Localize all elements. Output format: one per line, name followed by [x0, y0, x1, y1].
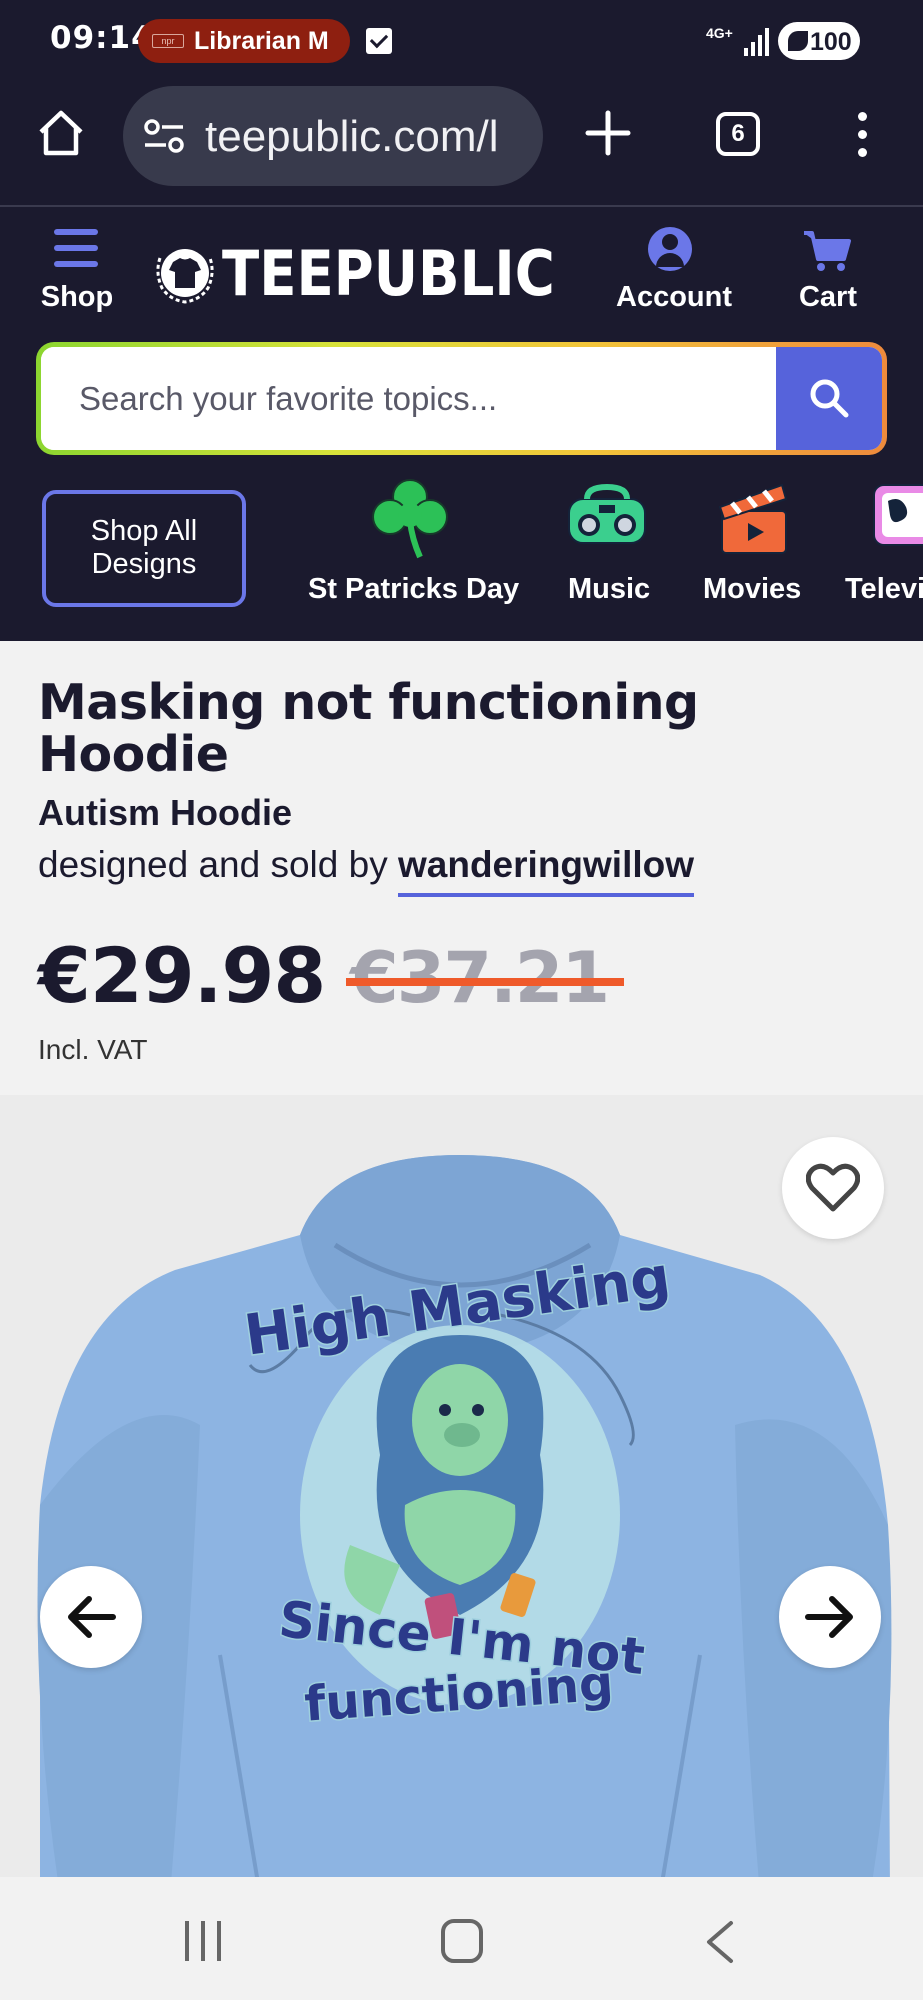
vat-note: Incl. VAT: [38, 1034, 148, 1065]
category-movies[interactable]: Movies: [700, 477, 810, 627]
battery-indicator: 100: [778, 22, 860, 60]
logo-text: TEEPUBLIC: [222, 237, 555, 310]
boombox-icon: [568, 483, 646, 544]
back-icon[interactable]: [703, 1919, 737, 1965]
search-button[interactable]: [776, 347, 882, 450]
shop-all-line2: Designs: [91, 548, 197, 580]
category-label: Music: [568, 573, 651, 605]
next-image-button[interactable]: [779, 1566, 881, 1668]
designer-link[interactable]: wanderingwillow: [398, 844, 695, 897]
search-bar: [36, 342, 887, 455]
media-notification-pill[interactable]: npr Librarian M: [138, 19, 350, 63]
recent-apps-icon[interactable]: [183, 1921, 225, 1961]
signal-icon: [742, 24, 772, 56]
system-navigation-bar: [0, 1877, 923, 2000]
checkbox-notification-icon: [366, 28, 392, 54]
npr-logo-icon: npr: [152, 34, 184, 48]
search-input[interactable]: [41, 347, 776, 450]
search-icon: [810, 379, 849, 418]
network-type: 4G+: [706, 25, 733, 41]
url-text[interactable]: teepublic.com/l: [205, 112, 535, 162]
category-television[interactable]: Televi: [840, 477, 923, 627]
category-carousel: Shop All Designs St Patricks Day Music M…: [0, 477, 923, 627]
site-settings-icon[interactable]: [143, 116, 185, 156]
address-bar[interactable]: teepublic.com/l: [123, 86, 543, 186]
hamburger-icon: [54, 229, 98, 267]
teepublic-logo[interactable]: TEEPUBLIC: [152, 234, 555, 310]
previous-image-button[interactable]: [40, 1566, 142, 1668]
status-bar: 09:14 npr Librarian M 4G+ 100: [0, 0, 923, 82]
home-icon[interactable]: [36, 108, 86, 158]
battery-level: 100: [810, 28, 852, 56]
current-price: €29.98: [38, 931, 326, 1020]
product-gallery: High Masking Since I'm not functioning: [0, 1095, 923, 1877]
cart-icon: [804, 231, 851, 271]
arrow-right-icon: [805, 1596, 853, 1638]
shop-label: Shop: [40, 281, 114, 313]
notification-text: Librarian M: [194, 27, 329, 55]
tv-icon: [873, 484, 923, 546]
arrow-left-icon: [68, 1596, 116, 1638]
more-menu-icon[interactable]: [854, 110, 870, 158]
category-music[interactable]: Music: [560, 477, 660, 627]
account-label: Account: [616, 281, 732, 313]
cart-label: Cart: [798, 281, 857, 313]
product-title: Masking not functioning Hoodie: [38, 674, 699, 783]
shamrock-icon: [372, 479, 448, 559]
shop-all-designs-button[interactable]: Shop All Designs: [42, 490, 246, 607]
category-st-patricks-day[interactable]: St Patricks Day: [300, 477, 530, 627]
category-label: St Patricks Day: [308, 573, 520, 605]
heart-icon: [806, 1163, 860, 1212]
account-icon: [648, 227, 692, 271]
category-label: Televi: [845, 573, 923, 605]
logo-wreath-icon: [156, 249, 214, 304]
shop-menu-button[interactable]: Shop: [32, 229, 122, 325]
battery-saver-icon: [788, 31, 808, 51]
site-header: Shop TEEPUBLIC Account Cart Search your …: [0, 209, 923, 641]
browser-toolbar: teepublic.com/l 6: [0, 82, 923, 207]
category-label: Movies: [703, 573, 802, 605]
price-strikethrough: [346, 978, 624, 986]
favorite-button[interactable]: [782, 1137, 884, 1239]
tab-switcher-button[interactable]: 6: [716, 112, 760, 156]
designer-prefix: designed and sold by: [38, 844, 388, 885]
cart-button[interactable]: Cart: [790, 227, 866, 323]
home-button-icon[interactable]: [441, 1919, 483, 1963]
product-subtitle: Autism Hoodie: [38, 792, 293, 833]
clapperboard-icon: [718, 483, 788, 554]
shop-all-line1: Shop All: [90, 515, 198, 547]
account-button[interactable]: Account: [604, 227, 744, 323]
new-tab-plus-icon[interactable]: [585, 110, 631, 156]
product-image[interactable]: High Masking Since I'm not functioning: [0, 1095, 923, 1877]
product-info: Masking not functioning Hoodie Autism Ho…: [0, 641, 923, 1095]
designer-line: designed and sold by wanderingwillow: [38, 844, 695, 897]
